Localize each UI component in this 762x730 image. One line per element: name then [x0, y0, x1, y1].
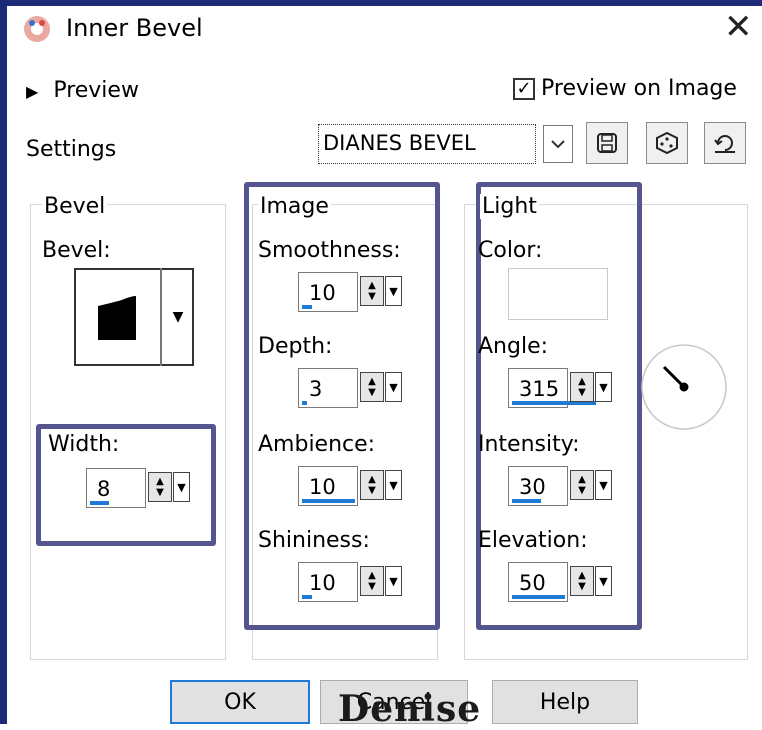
save-preset-icon: [597, 133, 617, 153]
ambience-label: Ambience:: [258, 432, 376, 457]
light-color-swatch[interactable]: [508, 268, 608, 320]
app-icon: [22, 14, 52, 44]
bevel-shape-dropdown[interactable]: ▼: [160, 268, 194, 366]
shininess-fill-bar: [302, 595, 312, 599]
reset-defaults-icon: [714, 135, 735, 153]
smoothness-spin-arrows-icon[interactable]: ▲ ▼: [360, 276, 384, 306]
angle-spinbox[interactable]: 315 ▲ ▼ ▼: [508, 368, 618, 408]
depth-slider-caret-icon[interactable]: ▼: [385, 372, 402, 402]
shininess-spinbox[interactable]: 10 ▲ ▼ ▼: [298, 562, 408, 602]
ambience-slider-caret-icon[interactable]: ▼: [385, 470, 402, 500]
close-button[interactable]: ✕: [724, 10, 753, 44]
angle-dial[interactable]: [640, 343, 728, 431]
checkbox-checked-icon: ✓: [513, 77, 535, 100]
width-spinbox[interactable]: 8 ▲ ▼ ▼: [86, 468, 196, 508]
chevron-down-icon: [551, 140, 565, 149]
expand-arrow-icon: ▶: [26, 82, 39, 101]
shininess-slider-caret-icon[interactable]: ▼: [385, 566, 402, 596]
intensity-spinbox[interactable]: 30 ▲ ▼ ▼: [508, 466, 618, 506]
preset-combo[interactable]: DIANES BEVEL: [318, 124, 536, 164]
elevation-spinbox[interactable]: 50 ▲ ▼ ▼: [508, 562, 618, 602]
image-group-title: Image: [258, 194, 331, 219]
angle-dial-icon: [641, 344, 727, 430]
window-frame-left: [0, 0, 7, 724]
smoothness-fill-bar: [302, 305, 312, 309]
angle-spin-arrows-icon[interactable]: ▲ ▼: [570, 372, 594, 402]
angle-label: Angle:: [478, 334, 549, 359]
smoothness-label: Smoothness:: [258, 238, 401, 263]
settings-label: Settings: [26, 137, 117, 162]
ambience-fill-bar: [302, 499, 355, 503]
width-fill-bar: [90, 501, 109, 505]
caret-down-icon: ▼: [172, 309, 184, 325]
preview-on-image-label: Preview on Image: [541, 76, 737, 101]
width-spin-arrows-icon[interactable]: ▲ ▼: [148, 472, 172, 502]
depth-value[interactable]: 3: [298, 368, 358, 408]
preview-expander[interactable]: ▶ Preview: [26, 78, 139, 103]
randomize-dice-icon: [656, 131, 678, 155]
bevel-shape-label: Bevel:: [42, 238, 111, 263]
elevation-label: Elevation:: [478, 528, 588, 553]
shininess-label: Shininess:: [258, 528, 370, 553]
bevel-shape-icon: [98, 296, 136, 340]
depth-spinbox[interactable]: 3 ▲ ▼ ▼: [298, 368, 408, 408]
save-preset-button[interactable]: [586, 122, 628, 164]
window-title: Inner Bevel: [66, 14, 203, 42]
intensity-slider-caret-icon[interactable]: ▼: [595, 470, 612, 500]
depth-label: Depth:: [258, 334, 333, 359]
reset-defaults-button[interactable]: [704, 122, 746, 164]
intensity-spin-arrows-icon[interactable]: ▲ ▼: [570, 470, 594, 500]
ok-button[interactable]: OK: [170, 680, 310, 724]
bevel-group-title: Bevel: [42, 194, 108, 219]
intensity-fill-bar: [512, 499, 541, 503]
color-label: Color:: [478, 238, 543, 263]
width-label: Width:: [48, 432, 120, 457]
preset-dropdown-button[interactable]: [543, 125, 573, 163]
intensity-label: Intensity:: [478, 432, 580, 457]
ambience-spin-arrows-icon[interactable]: ▲ ▼: [360, 470, 384, 500]
preview-on-image-checkbox[interactable]: ✓ Preview on Image: [513, 76, 737, 101]
ambience-spinbox[interactable]: 10 ▲ ▼ ▼: [298, 466, 408, 506]
elevation-slider-caret-icon[interactable]: ▼: [595, 566, 612, 596]
depth-spin-arrows-icon[interactable]: ▲ ▼: [360, 372, 384, 402]
elevation-fill-bar: [512, 595, 565, 599]
depth-fill-bar: [302, 401, 307, 405]
angle-slider-caret-icon[interactable]: ▼: [595, 372, 612, 402]
width-slider-caret-icon[interactable]: ▼: [173, 472, 190, 502]
light-group-title: Light: [480, 194, 539, 219]
smoothness-spinbox[interactable]: 10 ▲ ▼ ▼: [298, 272, 408, 312]
window-frame-top: [0, 0, 762, 6]
randomize-button[interactable]: [646, 122, 688, 164]
smoothness-slider-caret-icon[interactable]: ▼: [385, 276, 402, 306]
help-button[interactable]: Help: [492, 680, 638, 724]
shininess-spin-arrows-icon[interactable]: ▲ ▼: [360, 566, 384, 596]
elevation-spin-arrows-icon[interactable]: ▲ ▼: [570, 566, 594, 596]
preview-label: Preview: [53, 78, 139, 103]
